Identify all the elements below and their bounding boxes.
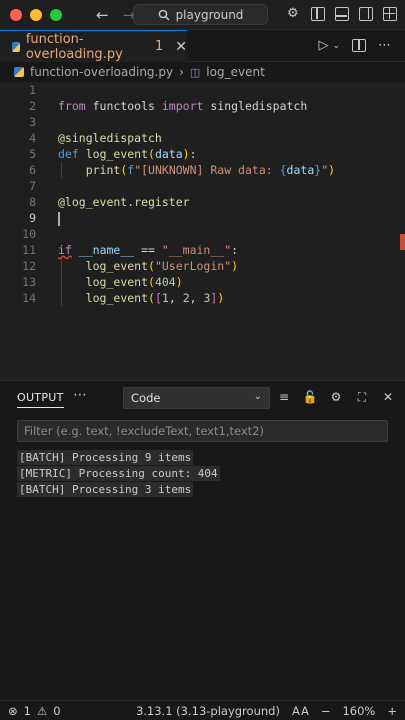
error-count: 1 [23, 704, 31, 718]
tab-filename: function-overloading.py [25, 31, 123, 62]
line-number: 12 [22, 259, 36, 273]
search-text: playground [175, 7, 244, 22]
window-controls [10, 8, 62, 21]
output-channel-value: Code [131, 391, 161, 405]
line-number: 3 [29, 115, 36, 129]
run-options-chevron-icon[interactable]: ⌄ [332, 41, 340, 51]
tab-output[interactable]: OUTPUT [17, 391, 64, 408]
code-line: 6 print(f"[UNKNOWN] Raw data: {data}") [0, 162, 405, 178]
breadcrumb: function-overloading.py › ◫ log_event [0, 62, 405, 82]
line-number: 5 [29, 147, 36, 161]
line-number: 4 [29, 131, 36, 145]
output-line: [METRIC] Processing count: 404 [17, 466, 220, 481]
function-symbol-icon: ◫ [189, 65, 201, 79]
back-arrow-icon[interactable]: ← [96, 6, 109, 24]
split-editor-icon[interactable] [352, 39, 366, 52]
code-line: 12 log_event("UserLogin") [0, 258, 405, 274]
editor-tab-bar: function-overloading.py 1 ✕ ▷ ⌄ ⋯ [0, 30, 405, 62]
more-views-icon[interactable]: ⋯ [73, 387, 87, 403]
zoom-out-icon[interactable]: − [321, 704, 331, 718]
search-icon [158, 9, 170, 20]
chevron-right-icon: › [179, 65, 184, 79]
toggle-sidebar-icon[interactable] [311, 7, 325, 21]
code-line: 8 @log_event.register [0, 194, 405, 210]
code-line: 5 def log_event(data): [0, 146, 405, 162]
maximize-window-button[interactable] [50, 8, 62, 21]
settings-gear-icon[interactable]: ⚙ [328, 390, 344, 405]
python-file-icon [14, 67, 24, 77]
warning-count: 0 [53, 704, 61, 718]
problems-count-badge: 1 [154, 39, 164, 54]
line-number: 7 [29, 179, 36, 193]
command-center-search[interactable]: playground [133, 4, 268, 25]
code-line: 4 @singledispatch [0, 130, 405, 146]
font-size-icon[interactable]: A A [292, 704, 309, 718]
maximize-panel-icon[interactable]: ⛶ [354, 390, 370, 405]
breadcrumb-symbol[interactable]: log_event [206, 65, 264, 79]
code-line: 11 if __name__ == "__main__": [0, 242, 405, 258]
line-number: 10 [22, 227, 36, 241]
breadcrumb-file[interactable]: function-overloading.py [30, 65, 173, 79]
code-line: 2 from functools import singledispatch [0, 98, 405, 114]
line-number: 8 [29, 195, 36, 209]
error-icon: ⊗ [8, 704, 18, 718]
lock-scroll-icon[interactable]: 🔓 [302, 390, 318, 405]
line-number: 9 [29, 211, 36, 225]
warning-icon: ⚠ [36, 704, 48, 718]
status-bar: ⊗ 1 ⚠ 0 3.13.1 (3.13-playground) A A − 1… [0, 700, 405, 720]
line-number: 6 [29, 163, 36, 177]
more-actions-icon[interactable]: ⋯ [378, 38, 391, 53]
close-window-button[interactable] [10, 8, 22, 21]
chevron-down-icon: ⌄ [253, 391, 262, 402]
text-cursor [58, 211, 60, 226]
code-line: 10 [0, 226, 405, 242]
code-line: 14 log_event([1, 2, 3]) [0, 290, 405, 306]
close-panel-icon[interactable]: ✕ [380, 390, 396, 405]
minimize-window-button[interactable] [30, 8, 42, 21]
output-filter-input[interactable]: Filter (e.g. text, !excludeText, text1,t… [17, 420, 388, 442]
clear-output-icon[interactable]: ≡ [276, 390, 292, 405]
line-number: 13 [22, 275, 36, 289]
line-number: 11 [22, 243, 36, 257]
close-tab-icon[interactable]: ✕ [175, 39, 187, 55]
line-number: 2 [29, 99, 36, 113]
zoom-level[interactable]: 160% [342, 704, 375, 718]
title-bar: ← → playground ⚙ [0, 0, 405, 30]
code-editor[interactable]: 1 2 from functools import singledispatch … [0, 82, 405, 380]
output-channel-select[interactable]: Code ⌄ [123, 387, 270, 409]
scrollbar-error-marker [400, 234, 405, 250]
toggle-panel-icon[interactable] [335, 7, 349, 21]
toggle-secondary-sidebar-icon[interactable] [359, 7, 373, 21]
output-line: [BATCH] Processing 9 items [17, 450, 194, 465]
run-icon[interactable]: ▷ [318, 38, 328, 53]
copilot-icon[interactable]: ⚙ [287, 7, 301, 21]
python-file-icon [12, 41, 20, 52]
python-interpreter[interactable]: 3.13.1 (3.13-playground) [136, 704, 280, 718]
code-line: 7 [0, 178, 405, 194]
bottom-panel: OUTPUT ⋯ Code ⌄ ≡ 🔓 ⚙ ⛶ ✕ Filter (e.g. t… [0, 380, 405, 700]
zoom-in-icon[interactable]: + [387, 704, 397, 718]
code-line: 13 log_event(404) [0, 274, 405, 290]
tab-function-overloading[interactable]: function-overloading.py 1 ✕ [0, 30, 187, 62]
line-number: 1 [29, 83, 36, 97]
problems-status[interactable]: ⊗ 1 ⚠ 0 [8, 704, 61, 718]
code-line-active: 9 [0, 210, 405, 226]
code-line: 3 [0, 114, 405, 130]
line-number: 14 [22, 291, 36, 305]
customize-layout-icon[interactable] [383, 7, 397, 21]
output-line: [BATCH] Processing 3 items [17, 482, 194, 497]
code-line: 1 [0, 82, 405, 98]
